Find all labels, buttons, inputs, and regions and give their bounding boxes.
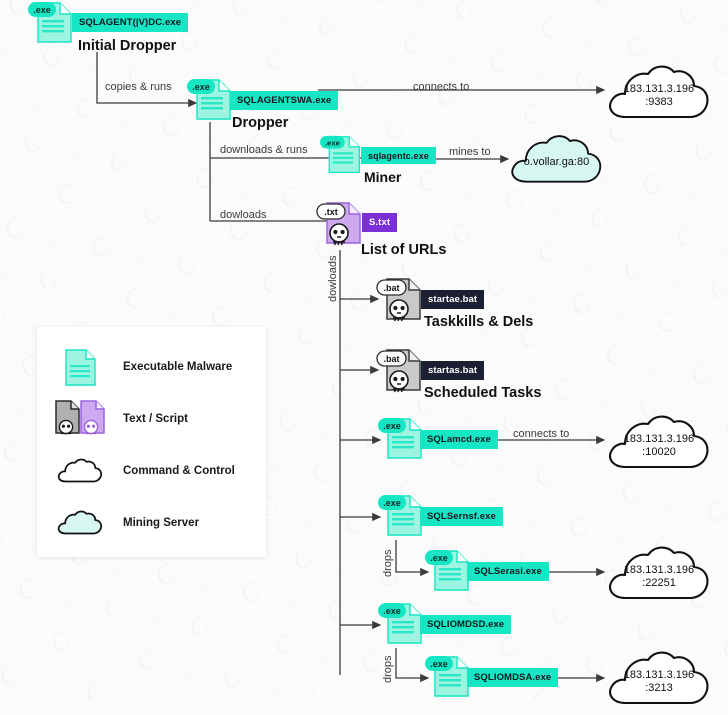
file-name-tag: SQLSernsf.exe [420,507,503,526]
svg-text:.txt: .txt [324,207,338,217]
legend-item-mining-server: Mining Server [37,497,266,549]
svg-text:.exe: .exe [383,421,401,431]
cloud-line-1: 183.131.3.196 [623,82,695,95]
exe-file-icon: .exe [378,493,426,539]
edge-label-drops-2: drops [382,655,394,683]
node-taskkills-dels[interactable]: .bat startae.bat Taskkills & Dels [375,276,533,330]
legend-item-label: Text / Script [123,413,188,425]
cloud-line-2: :9383 [645,96,673,108]
edge-label-drops-1: drops [382,549,394,577]
file-name-tag: SQLAGENTSWA.exe [230,91,339,110]
edge-label-connects-to-2: connects to [513,428,570,440]
legend-panel: Executable Malware Text / Script Command… [37,327,266,557]
node-caption: Miner [364,169,402,185]
file-name-tag: SQLIOMDSA.exe [467,668,559,687]
svg-text:.exe: .exe [33,5,51,15]
file-name-tag: SQLIOMDSD.exe [420,615,512,634]
file-name-tag: SQLSerasi.exe [467,562,549,581]
bat-file-icon: .bat [375,347,427,395]
cloud-text: o.vollar.ga:80 [505,132,608,188]
svg-text:.exe: .exe [383,498,401,508]
cloud-line-1: o.vollar.ga:80 [523,156,590,169]
node-caption: Scheduled Tasks [424,385,542,401]
edge-label-dowloads-txt: dowloads [220,209,267,221]
exe-file-icon: .exe [28,0,76,46]
node-sqlamcd[interactable]: .exe SQLamcd.exe [378,416,498,462]
legend-item-label: Command & Control [123,465,235,477]
node-caption: Initial Dropper [78,38,177,54]
cloud-mining-server[interactable]: o.vollar.ga:80 [505,132,608,188]
node-caption: Taskkills & Dels [424,314,534,330]
file-name-tag: sqlagentc.exe [361,147,436,164]
exe-file-icon: .exe [320,134,364,176]
bat-file-icon: .bat [375,276,427,324]
node-caption: Dropper [232,115,289,131]
cloud-icon [37,456,123,486]
edge-label-mines-to: mines to [449,146,491,158]
cloud-c2-9383[interactable]: 183.131.3.196 :9383 [604,62,714,124]
exe-file-icon [37,348,123,386]
legend-item-label: Mining Server [123,517,200,529]
svg-text:.exe: .exe [430,659,448,669]
svg-text:.exe: .exe [383,606,401,616]
node-sqliomdsa[interactable]: .exe SQLIOMDSA.exe [425,654,559,700]
exe-file-icon: .exe [425,548,473,594]
node-miner[interactable]: .exe sqlagentc.exe Miner [320,134,436,185]
legend-item-text-script: Text / Script [37,393,266,445]
cloud-line-2: :3213 [645,682,673,694]
node-sqliomdsd[interactable]: .exe SQLIOMDSD.exe [378,601,512,647]
legend-item-executable-malware: Executable Malware [37,341,266,393]
file-name-tag: startas.bat [421,361,485,380]
edge-label-copies-runs: copies & runs [105,81,172,93]
svg-text:.exe: .exe [430,553,448,563]
cloud-line-2: :10020 [642,446,676,458]
legend-item-command-control: Command & Control [37,445,266,497]
cloud-text: 183.131.3.196 :3213 [604,648,714,710]
node-initial-dropper[interactable]: .exe SQLAGENT(|V)DC.exe Initial Dropper [28,0,189,54]
file-name-tag: S.txt [362,213,398,232]
file-name-tag: startae.bat [421,290,485,309]
cloud-c2-22251[interactable]: 183.131.3.196 :22251 [604,543,714,605]
script-file-icon [37,400,123,438]
cloud-line-1: 183.131.3.196 [623,563,695,576]
cloud-line-1: 183.131.3.196 [623,668,695,681]
node-sqlsernsf[interactable]: .exe SQLSernsf.exe [378,493,503,539]
exe-file-icon: .exe [378,416,426,462]
cloud-line-2: :22251 [642,577,676,589]
cloud-line-1: 183.131.3.196 [623,432,695,445]
node-sqlserasi[interactable]: .exe SQLSerasi.exe [425,548,549,594]
exe-file-icon: .exe [378,601,426,647]
svg-text:.bat: .bat [383,354,399,364]
file-name-tag: SQLamcd.exe [420,430,498,449]
svg-text:.bat: .bat [383,283,399,293]
node-dropper[interactable]: .exe SQLAGENTSWA.exe Dropper [187,77,339,131]
svg-text:.exe: .exe [325,138,341,147]
node-scheduled-tasks[interactable]: .bat startas.bat Scheduled Tasks [375,347,541,401]
edge-label-dowloads-trunk: dowloads [327,255,339,302]
txt-file-icon: .txt [315,200,367,248]
node-caption: List of URLs [361,242,447,258]
edge-label-connects-to-1: connects to [413,81,470,93]
cloud-c2-3213[interactable]: 183.131.3.196 :3213 [604,648,714,710]
cloud-c2-10020[interactable]: 183.131.3.196 :10020 [604,412,714,474]
svg-text:.exe: .exe [192,82,210,92]
edge-label-downloads-runs: downloads & runs [220,144,308,156]
cloud-text: 183.131.3.196 :9383 [604,62,714,124]
exe-file-icon: .exe [425,654,473,700]
legend-item-label: Executable Malware [123,361,233,373]
mining-cloud-icon [37,508,123,538]
node-list-of-urls[interactable]: .txt S.txt List of URLs [315,200,446,258]
cloud-text: 183.131.3.196 :10020 [604,412,714,474]
cloud-text: 183.131.3.196 :22251 [604,543,714,605]
file-name-tag: SQLAGENT(|V)DC.exe [72,13,189,32]
exe-file-icon: .exe [187,77,235,123]
